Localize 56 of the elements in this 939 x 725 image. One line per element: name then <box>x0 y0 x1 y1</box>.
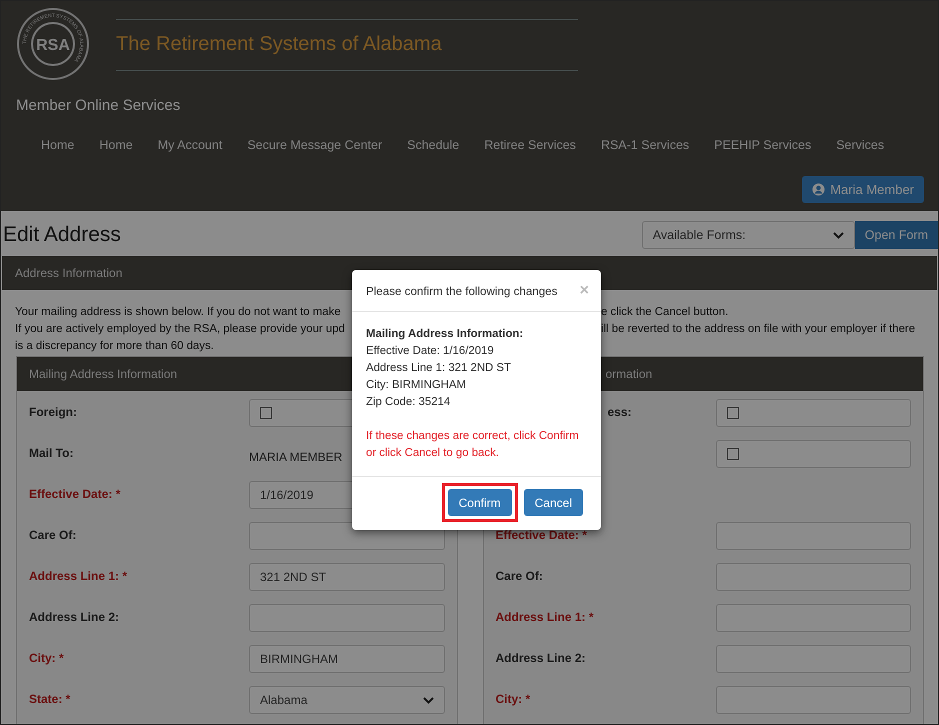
summary-line: Zip Code: 35214 <box>366 395 452 410</box>
nav-link[interactable]: Secure Message Center <box>247 138 382 152</box>
input-field[interactable] <box>249 604 444 632</box>
field-label: Address Line 2: <box>29 610 120 624</box>
select-field[interactable]: Alabama <box>249 686 444 714</box>
summary-line: Effective Date: 1/16/2019 <box>366 344 495 359</box>
nav-link[interactable]: Services <box>836 138 884 152</box>
nav-link[interactable]: PEEHIP Services <box>714 138 812 152</box>
site-subtitle: Member Online Services <box>16 97 182 114</box>
dialog-button[interactable]: Cancel <box>524 489 583 516</box>
nav-link[interactable]: RSA-1 Services <box>600 138 690 152</box>
intro-text: Your mailing address is shown below. If you do not want to make <box>15 305 342 320</box>
field-label: State: * <box>29 692 70 706</box>
summary-heading: Mailing Address Information: <box>366 327 524 342</box>
input-field[interactable] <box>716 686 911 714</box>
input-field[interactable]: 321 2ND ST <box>249 563 444 591</box>
field-label: Effective Date: * <box>29 487 120 501</box>
checkbox[interactable] <box>260 407 272 419</box>
field-label: Care Of: <box>496 569 543 583</box>
open-form-button[interactable]: Open Form <box>854 221 938 249</box>
field-label: Effective Date: * <box>496 528 587 542</box>
user-button[interactable]: Maria Member <box>802 176 924 203</box>
field-label: City: * <box>496 692 530 706</box>
nav-link[interactable]: Home <box>99 138 133 152</box>
field-label: Mail To: <box>29 446 74 460</box>
field-label: Address Line 1: * <box>496 610 594 624</box>
dialog-button[interactable]: Confirm <box>448 489 512 516</box>
input-field[interactable] <box>716 645 911 673</box>
field-label: Address Line 2: <box>496 651 586 665</box>
chevron-down-icon <box>832 232 844 238</box>
intro-text: e click the Cancel button. <box>601 305 730 320</box>
intro-text: is a discrepancy for more than 60 days. <box>15 339 215 354</box>
user-icon <box>812 183 826 196</box>
field-label: Foreign: <box>29 405 77 419</box>
input-field[interactable] <box>716 522 911 550</box>
field-label: Address Line 1: * <box>29 569 128 583</box>
forms-select[interactable]: Available Forms: <box>642 221 855 249</box>
field-label: Care Of: <box>29 528 76 542</box>
warning-text: If these changes are correct, click Confirm or click Cancel to go back. <box>366 429 580 461</box>
page-title: Edit Address <box>3 223 121 247</box>
field-label: ess: <box>608 405 632 419</box>
site-title: The Retirement Systems of Alabama <box>116 33 443 56</box>
checkbox[interactable] <box>726 448 738 460</box>
nav-link[interactable]: Schedule <box>407 138 460 152</box>
checkbox[interactable] <box>726 407 738 419</box>
nav-link[interactable]: Retiree Services <box>484 138 576 152</box>
nav-link[interactable]: My Account <box>158 138 222 152</box>
intro-text: ill be reverted to the address on file with your employer if there <box>601 322 916 337</box>
field-label: City: * <box>29 651 64 665</box>
input-field[interactable]: BIRMINGHAM <box>249 645 444 673</box>
intro-text: If you are actively employed by the RSA, please provide your upd <box>15 322 346 337</box>
input-field[interactable] <box>716 563 911 591</box>
field-value: MARIA MEMBER <box>249 450 342 464</box>
input-field[interactable] <box>716 604 911 632</box>
chevron-down-icon <box>422 696 434 704</box>
nav-link[interactable]: Home <box>41 138 74 152</box>
